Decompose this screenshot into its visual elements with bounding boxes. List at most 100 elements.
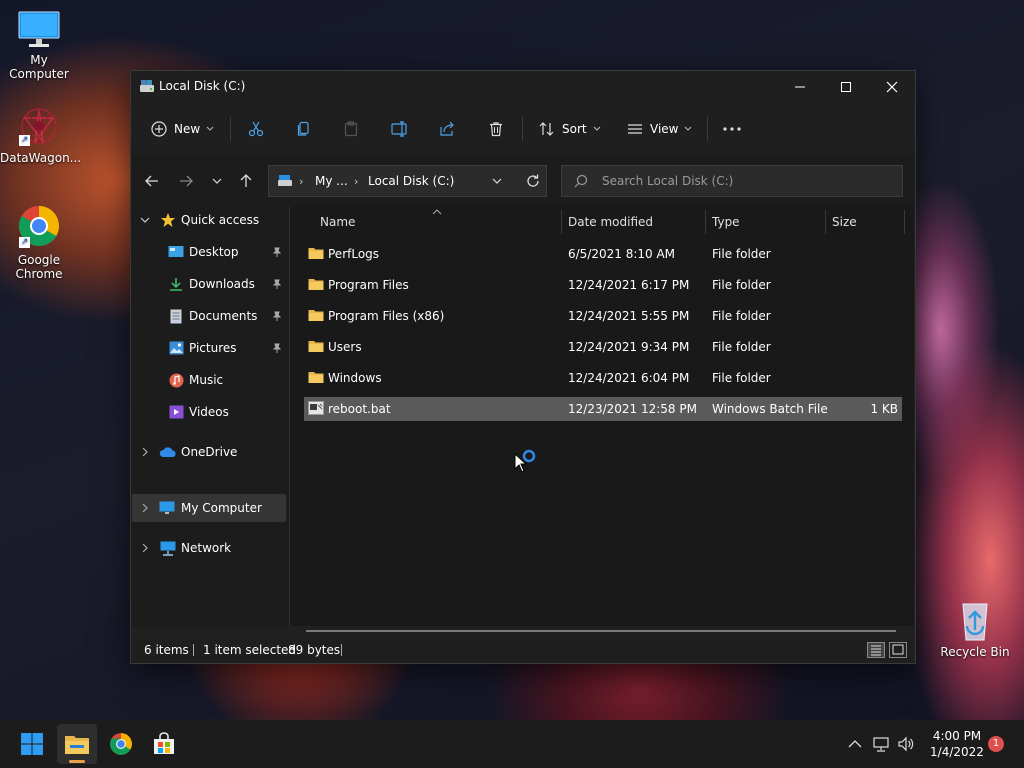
file-name: Program Files (x86) — [328, 309, 445, 323]
start-button[interactable] — [12, 724, 52, 764]
command-bar: New Sort View — [131, 103, 915, 155]
desktop-icon-datawagon[interactable]: ↗ DataWagon... — [0, 104, 81, 165]
cut-button[interactable] — [248, 113, 264, 145]
up-button[interactable] — [233, 167, 259, 195]
sort-ascending-icon — [432, 209, 442, 215]
pin-icon[interactable] — [272, 247, 282, 257]
new-button[interactable]: New — [151, 113, 214, 145]
folder-icon — [308, 341, 324, 352]
back-button[interactable] — [139, 167, 165, 195]
plus-circle-icon — [151, 121, 167, 137]
sidebar-item-label: Desktop — [189, 245, 239, 259]
share-button[interactable] — [439, 113, 455, 145]
minimize-icon — [795, 86, 805, 88]
delete-button[interactable] — [488, 113, 504, 145]
breadcrumb-my-computer[interactable]: My ... — [315, 174, 348, 188]
volume-icon[interactable] — [897, 736, 915, 752]
sidebar-item-onedrive[interactable]: OneDrive — [130, 438, 286, 466]
large-icons-view-button[interactable] — [889, 642, 907, 658]
column-header-date-modified[interactable]: Date modified — [568, 206, 653, 238]
column-header-name[interactable]: Name — [320, 206, 355, 238]
sidebar-item-network[interactable]: Network — [130, 534, 286, 562]
pin-icon[interactable] — [272, 279, 282, 289]
sidebar-item-label: Downloads — [189, 277, 255, 291]
desktop-folder-icon — [168, 246, 184, 257]
show-hidden-icons-chevron-up-icon[interactable] — [848, 739, 862, 749]
forward-button[interactable] — [173, 167, 199, 195]
desktop-icon-my-computer[interactable]: My Computer — [0, 10, 78, 81]
tiles-view-icon — [892, 644, 904, 655]
more-options-button[interactable] — [723, 113, 741, 145]
pin-icon[interactable] — [272, 343, 282, 353]
item-count: 6 items — [144, 643, 189, 657]
file-type: File folder — [712, 371, 771, 385]
system-clock[interactable]: 4:00 PM 1/4/2022 — [922, 728, 992, 760]
view-list-icon — [628, 124, 642, 134]
chevron-down-icon — [206, 126, 214, 131]
desktop-icon-recycle-bin[interactable]: Recycle Bin — [936, 598, 1014, 659]
file-row-program-files[interactable]: Program Files 12/24/2021 6:17 PM File fo… — [304, 273, 902, 297]
column-divider[interactable] — [561, 210, 562, 234]
search-box[interactable]: Search Local Disk (C:) — [561, 165, 903, 197]
sidebar-item-downloads[interactable]: Downloads — [130, 270, 286, 298]
minimize-button[interactable] — [777, 71, 823, 103]
chevron-down-icon — [593, 126, 600, 131]
share-icon — [440, 121, 454, 136]
address-bar[interactable]: › My ... › Local Disk (C:) — [268, 165, 547, 197]
chevron-right-icon[interactable] — [142, 543, 148, 553]
paste-icon — [344, 121, 358, 137]
file-type: File folder — [712, 309, 771, 323]
recent-locations-button[interactable] — [204, 167, 230, 195]
sidebar-item-music[interactable]: Music — [130, 366, 286, 394]
details-view-button[interactable] — [867, 642, 885, 658]
rename-button[interactable] — [391, 113, 409, 145]
paste-button[interactable] — [343, 113, 359, 145]
sidebar-item-desktop[interactable]: Desktop — [130, 238, 286, 266]
column-divider[interactable] — [825, 210, 826, 234]
chevron-right-icon[interactable] — [142, 503, 148, 513]
breadcrumb-local-disk[interactable]: Local Disk (C:) — [368, 174, 454, 188]
file-row-windows[interactable]: Windows 12/24/2021 6:04 PM File folder — [304, 366, 902, 390]
shortcut-arrow-icon: ↗ — [19, 135, 30, 146]
pin-icon[interactable] — [272, 311, 282, 321]
sidebar-item-my-computer[interactable]: My Computer — [132, 494, 286, 522]
taskbar-microsoft-store[interactable] — [144, 724, 184, 764]
column-divider[interactable] — [904, 210, 905, 234]
chevron-right-icon[interactable] — [142, 447, 148, 457]
file-row-perflogs[interactable]: PerfLogs 6/5/2021 8:10 AM File folder — [304, 242, 902, 266]
view-button[interactable]: View — [627, 113, 692, 145]
desktop-icon-label: My Computer — [9, 53, 69, 81]
refresh-icon[interactable] — [525, 173, 541, 189]
file-row-program-files-x86[interactable]: Program Files (x86) 12/24/2021 5:55 PM F… — [304, 304, 902, 328]
network-status-icon[interactable] — [873, 736, 891, 752]
maximize-button[interactable] — [823, 71, 869, 103]
taskbar-file-explorer[interactable] — [57, 724, 97, 764]
sidebar-item-quick-access[interactable]: Quick access — [130, 206, 286, 234]
drive-icon — [140, 80, 154, 92]
close-button[interactable] — [869, 71, 915, 103]
file-row-users[interactable]: Users 12/24/2021 9:34 PM File folder — [304, 335, 902, 359]
file-date: 12/24/2021 9:34 PM — [568, 340, 690, 354]
desktop-icon-google-chrome[interactable]: ↗ Google Chrome — [0, 204, 78, 281]
file-row-reboot-bat[interactable]: reboot.bat 12/23/2021 12:58 PM Windows B… — [304, 397, 902, 421]
sort-button[interactable]: Sort — [539, 113, 601, 145]
chevron-down-icon[interactable] — [491, 174, 503, 188]
clock-time: 4:00 PM — [932, 729, 982, 743]
notification-badge[interactable]: 1 — [988, 736, 1004, 752]
taskbar-chrome[interactable] — [101, 724, 141, 764]
horizontal-scrollbar[interactable] — [306, 630, 896, 632]
chevron-down-icon[interactable] — [140, 217, 150, 223]
file-date: 12/24/2021 5:55 PM — [568, 309, 690, 323]
sort-label: Sort — [562, 122, 587, 136]
copy-button[interactable] — [296, 113, 312, 145]
title-bar[interactable]: Local Disk (C:) — [131, 71, 915, 103]
arrow-right-icon — [180, 175, 193, 187]
chevron-right-icon: › — [299, 175, 304, 188]
column-header-type[interactable]: Type — [712, 206, 740, 238]
sidebar-item-documents[interactable]: Documents — [130, 302, 286, 330]
sidebar-item-pictures[interactable]: Pictures — [130, 334, 286, 362]
sidebar-item-videos[interactable]: Videos — [130, 398, 286, 426]
chrome-icon — [110, 733, 132, 755]
column-divider[interactable] — [705, 210, 706, 234]
column-header-size[interactable]: Size — [832, 206, 857, 238]
